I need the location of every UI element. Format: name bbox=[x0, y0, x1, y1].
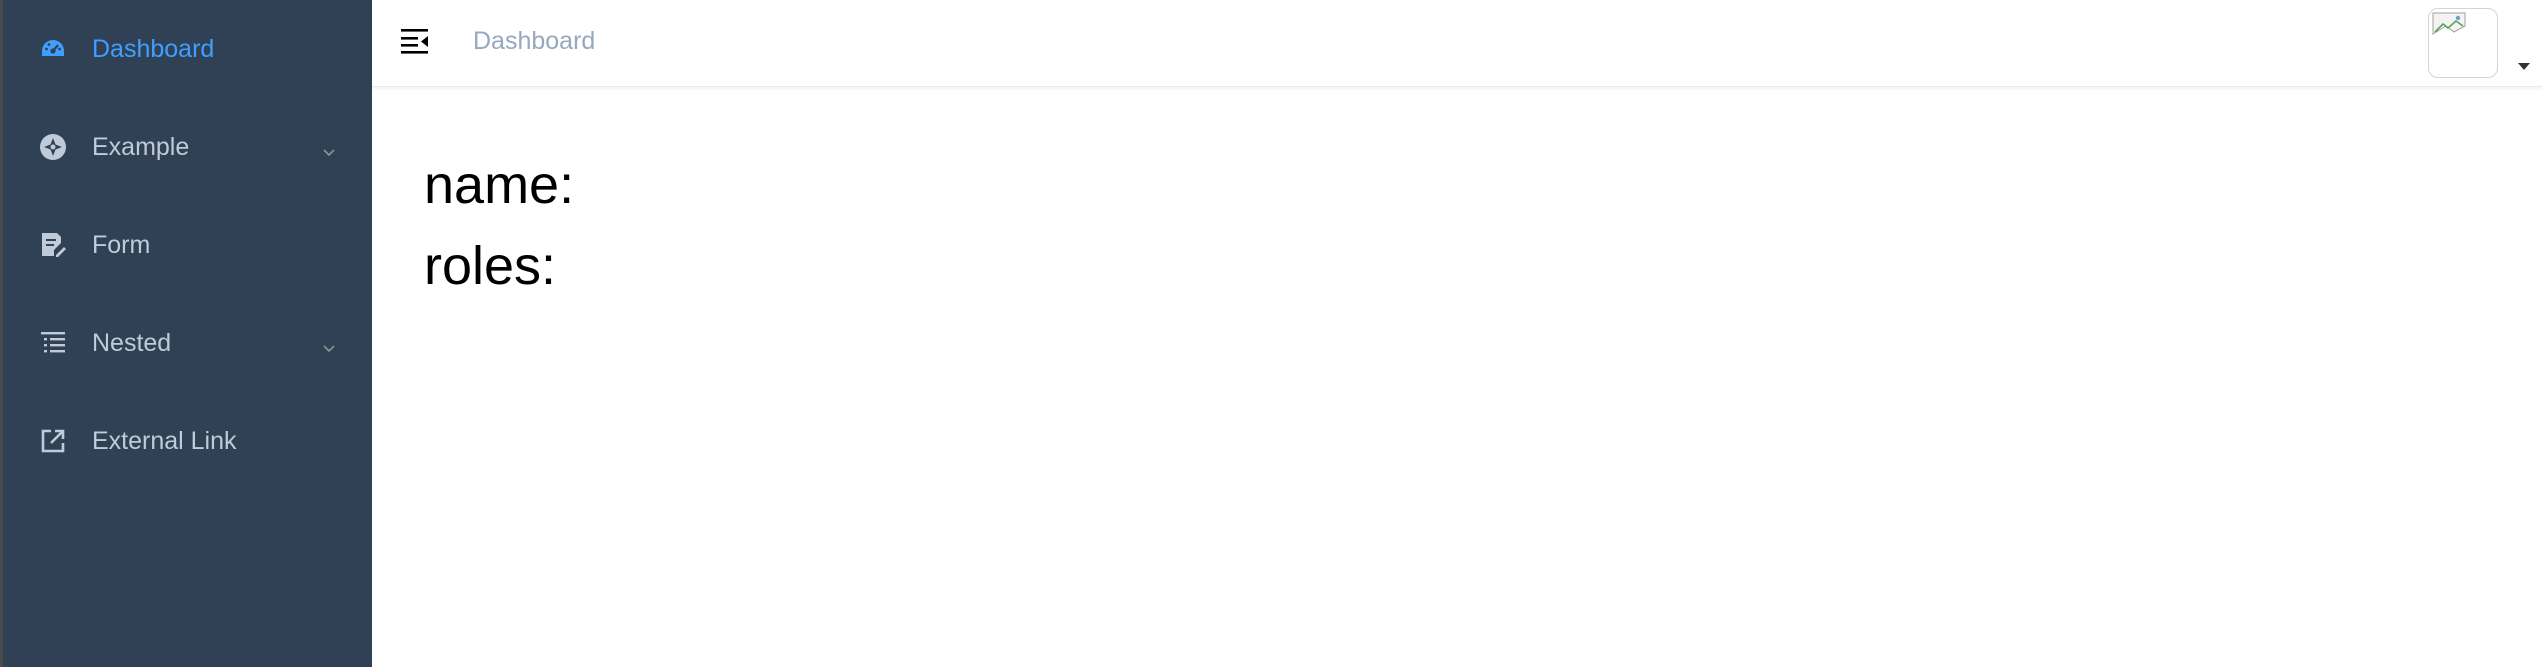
sidebar-item-label: Form bbox=[92, 230, 151, 259]
chevron-down-icon bbox=[321, 335, 337, 353]
navbar: Dashboard bbox=[372, 0, 2543, 87]
hamburger-icon[interactable] bbox=[400, 27, 430, 55]
broken-image-icon bbox=[2432, 12, 2466, 38]
sidebar-item-label: Example bbox=[92, 132, 190, 161]
app: Dashboard Example Form Nested External L… bbox=[0, 0, 2543, 667]
sidebar-item-label: Nested bbox=[92, 328, 172, 357]
caret-down-icon[interactable] bbox=[2518, 58, 2530, 70]
sidebar-item-label: Dashboard bbox=[92, 34, 215, 63]
name-label: name: bbox=[424, 155, 575, 215]
sidebar-item-dashboard[interactable]: Dashboard bbox=[3, 0, 372, 98]
avatar[interactable] bbox=[2428, 8, 2498, 78]
sidebar: Dashboard Example Form Nested External L… bbox=[0, 0, 372, 667]
dashboard-icon bbox=[39, 35, 67, 63]
sidebar-item-external-link[interactable]: External Link bbox=[3, 392, 372, 490]
external-link-icon bbox=[39, 427, 67, 455]
dashboard-content: name: roles: bbox=[424, 145, 574, 307]
sidebar-item-label: External Link bbox=[92, 426, 237, 455]
sidebar-item-form[interactable]: Form bbox=[3, 196, 372, 294]
form-icon bbox=[39, 231, 67, 259]
sidebar-item-nested[interactable]: Nested bbox=[3, 294, 372, 392]
roles-label: roles: bbox=[424, 236, 557, 296]
chevron-down-icon bbox=[321, 139, 337, 157]
nested-icon bbox=[39, 329, 67, 357]
example-icon bbox=[39, 133, 67, 161]
breadcrumb: Dashboard bbox=[473, 27, 596, 55]
sidebar-item-example[interactable]: Example bbox=[3, 98, 372, 196]
